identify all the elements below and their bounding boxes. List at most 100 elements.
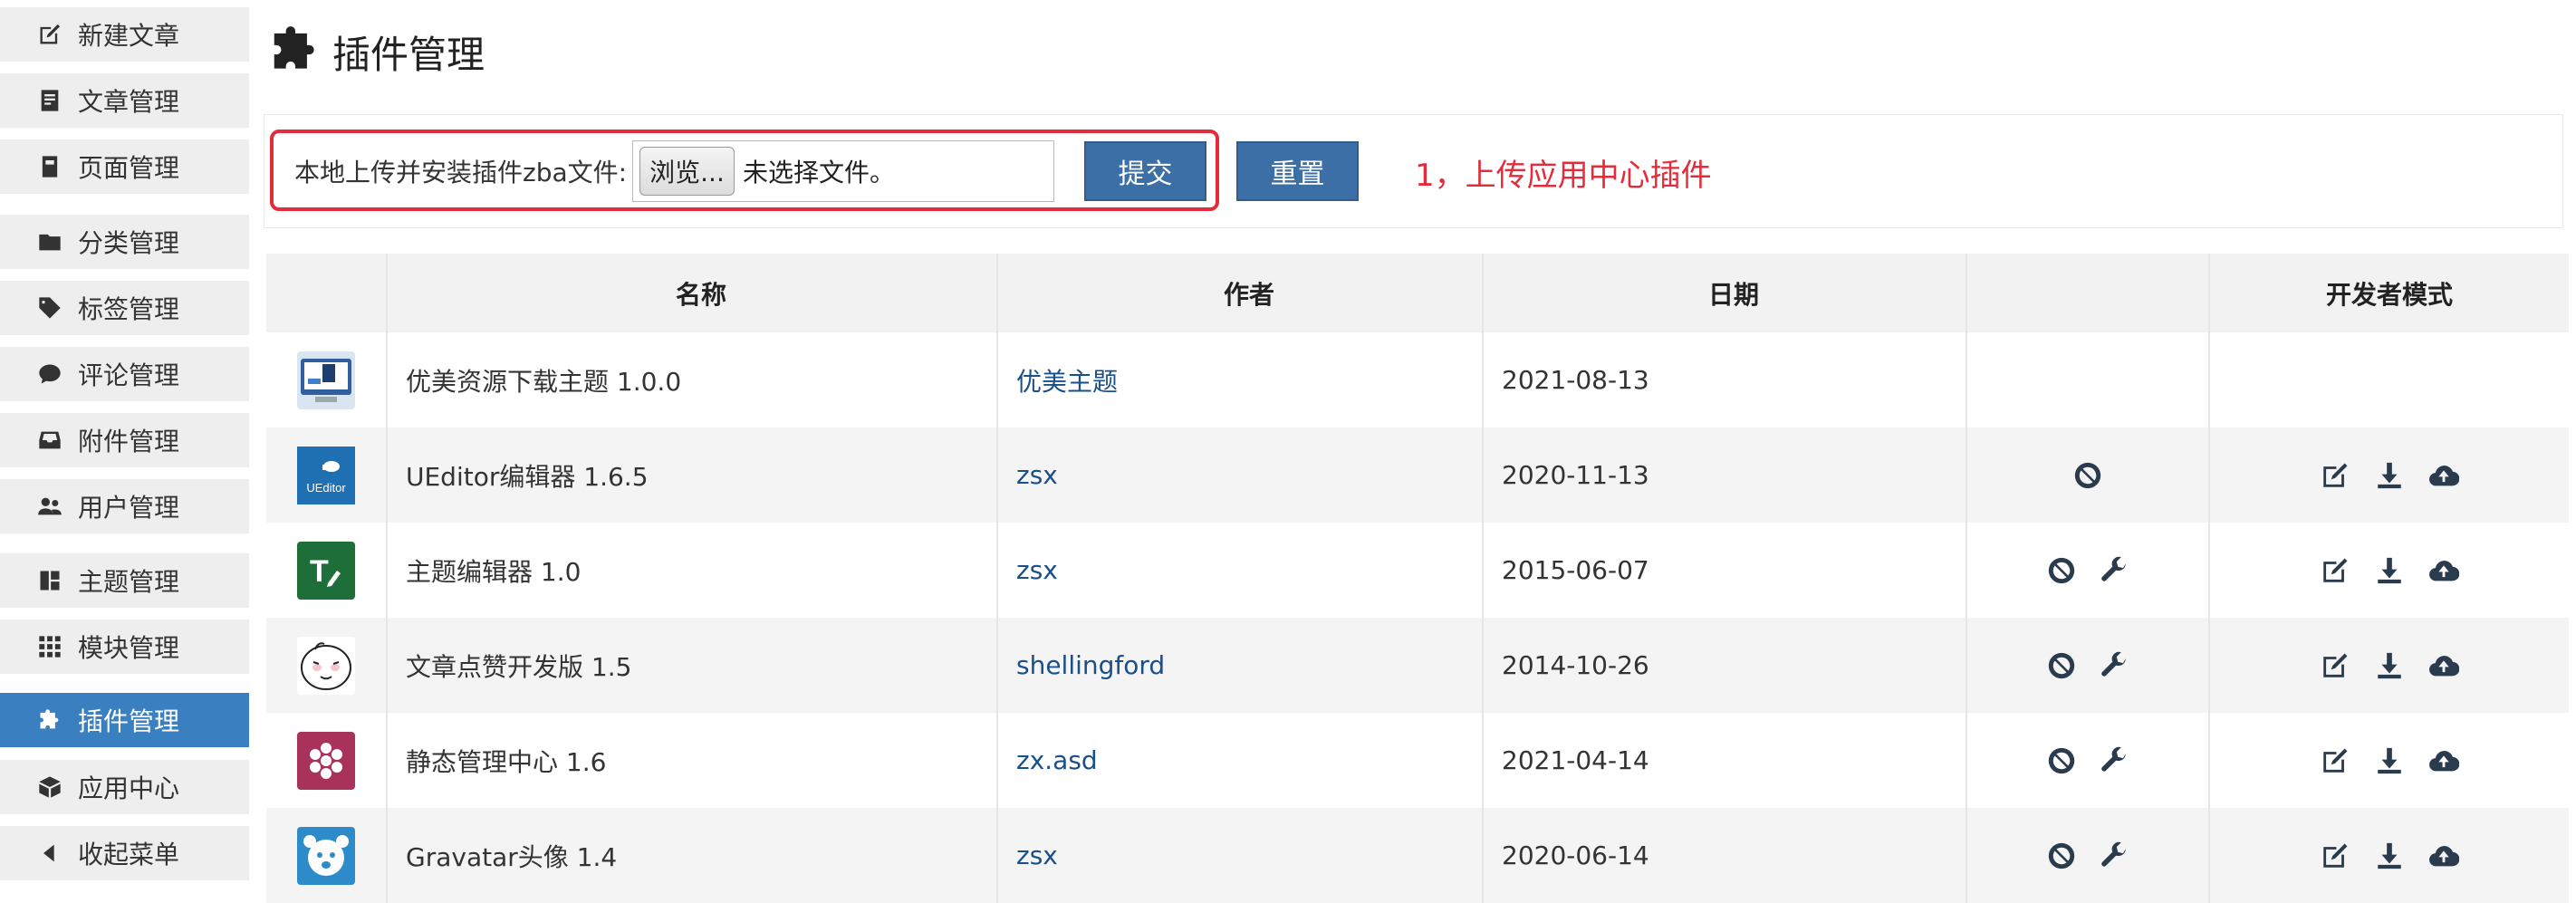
plugin-name: 文章点赞开发版 1.5 [388, 618, 998, 713]
sidebar-item-label: 分类管理 [78, 228, 180, 258]
sidebar-item-article-manage[interactable]: 文章管理 [0, 73, 249, 128]
actions-cell [1967, 618, 2210, 713]
cloud-upload-icon[interactable] [2428, 841, 2459, 871]
plugin-date: 2021-04-14 [1484, 713, 1967, 808]
download-icon[interactable] [2374, 745, 2405, 776]
sidebar-item-label: 主题管理 [78, 567, 180, 597]
sidebar-item-label: 新建文章 [78, 21, 180, 51]
disable-icon[interactable] [2046, 745, 2077, 776]
caret-left-icon [36, 840, 63, 867]
sidebar-item-category-manage[interactable]: 分类管理 [0, 215, 249, 269]
dev-cell [2210, 713, 2569, 808]
wrench-icon[interactable] [2099, 745, 2129, 776]
grid-icon [36, 633, 63, 660]
gravatar-thumb [297, 826, 355, 885]
actions-cell [1967, 808, 2210, 903]
dev-cell [2210, 523, 2569, 618]
cloud-upload-icon[interactable] [2428, 555, 2459, 586]
sidebar-item-plugin-manage[interactable]: 插件管理 [0, 693, 249, 747]
page-header: 插件管理 [267, 20, 485, 83]
puzzle-icon [36, 706, 63, 734]
cloud-upload-icon[interactable] [2428, 745, 2459, 776]
sidebar-item-page-manage[interactable]: 页面管理 [0, 139, 249, 194]
ueditor-thumb-text: UEditor [306, 481, 346, 495]
sidebar-item-label: 页面管理 [78, 153, 180, 183]
dev-cell [2210, 618, 2569, 713]
author-link[interactable]: zsx [1016, 460, 1058, 490]
cloud-upload-icon[interactable] [2428, 650, 2459, 681]
download-icon[interactable] [2374, 650, 2405, 681]
dev-cell [2210, 332, 2569, 427]
actions-cell [1967, 427, 2210, 523]
plugin-name: UEditor编辑器 1.6.5 [388, 427, 998, 523]
edit-icon[interactable] [2320, 841, 2350, 871]
author-link[interactable]: zsx [1016, 841, 1058, 870]
like-face-thumb [297, 636, 355, 695]
download-theme-thumb [297, 351, 355, 409]
sidebar-item-label: 模块管理 [78, 633, 180, 663]
plugin-date: 2015-06-07 [1484, 523, 1967, 618]
author-link[interactable]: shellingford [1016, 650, 1165, 680]
header-icon [266, 254, 388, 332]
author-link[interactable]: 优美主题 [1016, 362, 1118, 399]
disable-icon[interactable] [2046, 841, 2077, 871]
sidebar-item-app-center[interactable]: 应用中心 [0, 760, 249, 814]
download-icon[interactable] [2374, 460, 2405, 491]
table-row: 文章点赞开发版 1.5 shellingford 2014-10-26 [266, 618, 2569, 713]
header-actions [1967, 254, 2210, 332]
submit-button[interactable]: 提交 [1084, 141, 1206, 201]
sidebar-item-label: 标签管理 [78, 294, 180, 324]
download-icon[interactable] [2374, 555, 2405, 586]
edit-icon[interactable] [2320, 460, 2350, 491]
disable-icon[interactable] [2046, 555, 2077, 586]
table-row: UEditor UEditor编辑器 1.6.5 zsx 2020-11-13 [266, 427, 2569, 523]
sidebar-item-tag-manage[interactable]: 标签管理 [0, 281, 249, 335]
upload-label: 本地上传并安装插件zba文件: [294, 158, 628, 187]
box-icon [36, 773, 63, 801]
plugin-name: Gravatar头像 1.4 [388, 808, 998, 903]
actions-cell [1967, 713, 2210, 808]
plugin-name: 静态管理中心 1.6 [388, 713, 998, 808]
sidebar-item-user-manage[interactable]: 用户管理 [0, 479, 249, 533]
cloud-upload-icon[interactable] [2428, 460, 2459, 491]
sidebar-item-comment-manage[interactable]: 评论管理 [0, 347, 249, 401]
plugin-date: 2014-10-26 [1484, 618, 1967, 713]
puzzle-icon [267, 22, 332, 82]
disable-icon[interactable] [2072, 460, 2103, 491]
wrench-icon[interactable] [2099, 555, 2129, 586]
browse-button[interactable]: 浏览... [639, 147, 735, 196]
sidebar-item-label: 应用中心 [78, 773, 180, 803]
download-icon[interactable] [2374, 841, 2405, 871]
sidebar-item-label: 评论管理 [78, 360, 180, 390]
sidebar-item-attachment-manage[interactable]: 附件管理 [0, 413, 249, 467]
author-link[interactable]: zsx [1016, 555, 1058, 585]
header-name: 名称 [388, 254, 998, 332]
author-link[interactable]: zx.asd [1016, 745, 1098, 775]
table-row: Gravatar头像 1.4 zsx 2020-06-14 [266, 808, 2569, 903]
sidebar-item-label: 文章管理 [78, 87, 180, 117]
sidebar-item-new-article[interactable]: 新建文章 [0, 7, 249, 62]
edit-icon[interactable] [2320, 555, 2350, 586]
tag-icon [36, 294, 63, 322]
page-title: 插件管理 [332, 32, 485, 77]
sidebar-item-collapse-menu[interactable]: 收起菜单 [0, 826, 249, 880]
svg-text:T: T [310, 554, 329, 589]
table-row: 优美资源下载主题 1.0.0 优美主题 2021-08-13 [266, 332, 2569, 427]
inbox-icon [36, 427, 63, 454]
edit-icon[interactable] [2320, 745, 2350, 776]
actions-cell [1967, 332, 2210, 427]
plugin-table: 名称 作者 日期 开发者模式 优美资源下载主题 1.0.0 优美主题 2021-… [266, 254, 2569, 903]
header-author: 作者 [998, 254, 1484, 332]
reset-button[interactable]: 重置 [1236, 141, 1359, 201]
folder-icon [36, 228, 63, 255]
header-dev-mode: 开发者模式 [2325, 279, 2453, 310]
edit-icon[interactable] [2320, 650, 2350, 681]
actions-cell [1967, 523, 2210, 618]
page-icon [36, 153, 63, 180]
wrench-icon[interactable] [2099, 841, 2129, 871]
sidebar-item-theme-manage[interactable]: 主题管理 [0, 553, 249, 608]
sidebar-item-module-manage[interactable]: 模块管理 [0, 620, 249, 674]
disable-icon[interactable] [2046, 650, 2077, 681]
sidebar: 新建文章 文章管理 页面管理 分类管理 标签管理 评论管理 附件管理 用户管理 … [0, 0, 249, 895]
wrench-icon[interactable] [2099, 650, 2129, 681]
